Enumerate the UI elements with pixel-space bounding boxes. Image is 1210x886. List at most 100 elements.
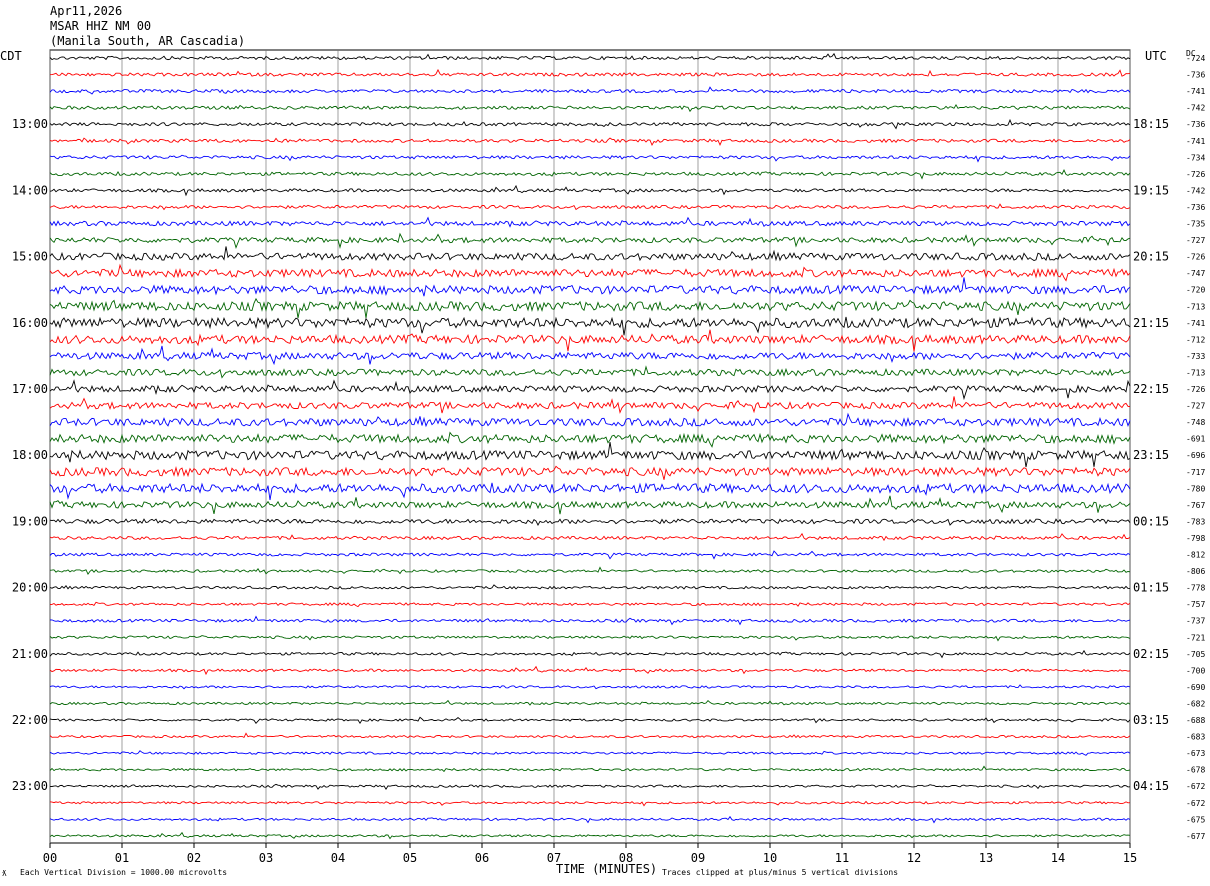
right-time-label: 00:15	[1133, 514, 1169, 528]
trace-row	[49, 684, 1131, 690]
trace-row	[49, 831, 1131, 840]
trace-row	[49, 365, 1131, 379]
trace-row	[49, 518, 1131, 526]
left-time-label: 14:00	[12, 183, 48, 197]
dc-offset-label: -757	[1186, 600, 1205, 609]
dc-offset-label: -712	[1186, 335, 1205, 344]
x-tick-label: 13	[979, 851, 993, 865]
left-time-label: 17:00	[12, 382, 48, 396]
dc-offset-label: -683	[1186, 733, 1205, 742]
trace-row	[49, 482, 1131, 501]
dc-offset-label: -735	[1186, 220, 1205, 229]
dc-offset-label: -741	[1186, 319, 1205, 328]
dc-offset-label: -767	[1186, 501, 1205, 510]
left-zone-label: CDT	[0, 49, 22, 63]
right-time-label: 19:15	[1133, 183, 1169, 197]
dc-offset-label: -691	[1186, 435, 1205, 444]
dc-offset-label: -798	[1186, 534, 1205, 543]
right-time-label: 20:15	[1133, 250, 1169, 264]
dc-offset-label: -733	[1186, 352, 1205, 361]
trace-row	[49, 263, 1131, 282]
dc-offset-label: -727	[1186, 402, 1205, 411]
trace-row	[49, 550, 1131, 560]
dc-offset-label: -742	[1186, 104, 1205, 113]
x-tick-label: 14	[1051, 851, 1065, 865]
dc-offset-label: -713	[1186, 302, 1205, 311]
x-tick-label: 12	[907, 851, 921, 865]
x-tick-label: 09	[691, 851, 705, 865]
right-time-label: 04:15	[1133, 779, 1169, 793]
dc-offset-label: -747	[1186, 269, 1205, 278]
dc-offset-label: -675	[1186, 815, 1205, 824]
trace-row	[49, 615, 1131, 626]
dc-offset-label: -748	[1186, 418, 1205, 427]
trace-row	[49, 732, 1131, 739]
dc-offset-label: -672	[1186, 782, 1205, 791]
trace-row	[49, 665, 1131, 676]
x-tick-label: 03	[259, 851, 273, 865]
trace-row	[49, 465, 1131, 480]
right-time-label: 23:15	[1133, 448, 1169, 462]
dc-offset-label: -688	[1186, 716, 1205, 725]
left-time-label: 13:00	[12, 117, 48, 131]
x-tick-label: 02	[187, 851, 201, 865]
trace-row	[49, 277, 1131, 297]
trace-row	[49, 699, 1131, 706]
right-time-label: 01:15	[1133, 581, 1169, 595]
right-zone-label: UTC	[1145, 49, 1167, 63]
trace-row	[49, 442, 1131, 468]
trace-row	[49, 716, 1131, 725]
dc-offset-label: -741	[1186, 137, 1205, 146]
dc-offset-label: -678	[1186, 766, 1205, 775]
dc-offset-label: -726	[1186, 170, 1205, 179]
trace-row	[49, 345, 1131, 366]
trace-row	[49, 154, 1131, 163]
trace-row	[49, 396, 1131, 414]
dc-offset-label: -736	[1186, 71, 1205, 80]
trace-row	[49, 184, 1131, 197]
trace-row	[49, 216, 1131, 228]
dc-offset-label: -672	[1186, 799, 1205, 808]
x-axis-title: TIME (MINUTES)	[556, 862, 657, 876]
x-tick-label: 06	[475, 851, 489, 865]
left-time-label: 23:00	[12, 779, 48, 793]
left-time-label: 19:00	[12, 514, 48, 528]
trace-row	[49, 566, 1131, 575]
helicorder-plot: 00 01 02 03 04 05 06 07 08 09 10 11 12 13 14 1513:0014:…	[0, 49, 1205, 876]
trace-row	[49, 246, 1131, 262]
x-tick-label: 00	[43, 851, 57, 865]
left-time-label: 18:00	[12, 448, 48, 462]
right-time-label: 03:15	[1133, 713, 1169, 727]
dc-offset-label: -726	[1186, 253, 1205, 262]
x-tick-label: 11	[835, 851, 849, 865]
trace-row	[49, 584, 1131, 590]
dc-offset-label: -778	[1186, 584, 1205, 593]
dc-offset-label: -736	[1186, 120, 1205, 129]
trace-row	[49, 118, 1131, 130]
trace-row	[49, 495, 1131, 515]
left-time-label: 20:00	[12, 581, 48, 595]
footer-mark: ƛ	[2, 869, 7, 878]
trace-row	[49, 635, 1131, 642]
trace-row	[49, 750, 1131, 756]
seismic-traces	[49, 52, 1131, 840]
dc-offset-label: -677	[1186, 832, 1205, 841]
x-tick-label: 05	[403, 851, 417, 865]
x-tick-label: 04	[331, 851, 345, 865]
dc-offset-label: -742	[1186, 186, 1205, 195]
trace-row	[49, 649, 1131, 659]
dc-offset-label: -726	[1186, 385, 1205, 394]
left-time-label: 15:00	[12, 250, 48, 264]
trace-row	[49, 431, 1131, 448]
time-grid	[49, 49, 1131, 848]
right-time-label: 22:15	[1133, 382, 1169, 396]
dc-offset-label: -736	[1186, 203, 1205, 212]
footer-scale: Each Vertical Division = 1000.00 microvo…	[20, 868, 228, 877]
dc-offset-label: -741	[1186, 87, 1205, 96]
trace-row	[49, 316, 1131, 336]
dc-offset-label: -721	[1186, 633, 1205, 642]
trace-row	[49, 765, 1131, 773]
right-time-label: 21:15	[1133, 316, 1169, 330]
left-time-label: 16:00	[12, 316, 48, 330]
trace-row	[49, 532, 1131, 542]
